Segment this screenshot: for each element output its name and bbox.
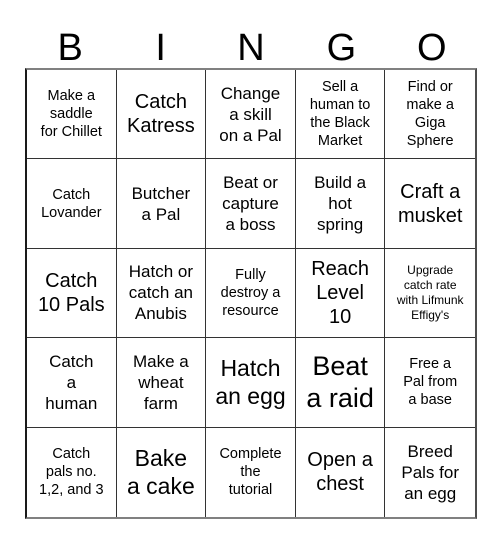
- bingo-cell-label: Catch Katress: [126, 91, 195, 138]
- bingo-cell-label: Make a saddle for Chillet: [40, 88, 102, 141]
- bingo-cell[interactable]: Sell a human to the Black Market: [295, 70, 386, 160]
- bingo-cell-label: Catch pals no. 1,2, and 3: [39, 446, 104, 499]
- bingo-cell[interactable]: Hatch an egg: [206, 338, 296, 428]
- header-letter-b: B: [57, 27, 83, 69]
- bingo-cell[interactable]: Craft a musket: [385, 159, 475, 249]
- bingo-cell-label: Catch a human: [45, 351, 98, 413]
- bingo-cell-label: Catch Lovander: [41, 186, 102, 221]
- bingo-cell-label: Change a skill on a Pal: [219, 83, 282, 145]
- bingo-cell-label: Find or make a Giga Sphere: [406, 79, 454, 150]
- bingo-cell[interactable]: Catch pals no. 1,2, and 3: [27, 427, 117, 517]
- bingo-cell[interactable]: Bake a cake: [116, 427, 207, 517]
- bingo-cell[interactable]: Catch a human: [27, 338, 117, 428]
- bingo-cell-label: Butcher a Pal: [131, 183, 191, 224]
- bingo-cell[interactable]: Make a saddle for Chillet: [27, 70, 117, 160]
- bingo-cell-label: Reach Level 10: [311, 257, 369, 328]
- bingo-cell[interactable]: Breed Pals for an egg: [385, 427, 475, 517]
- bingo-cell[interactable]: Beat or capture a boss: [206, 159, 296, 249]
- bingo-cell[interactable]: Make a wheat farm: [116, 338, 207, 428]
- bingo-cell[interactable]: Free a Pal from a base: [385, 338, 475, 428]
- bingo-cell-label: Upgrade catch rate with Lifmunk Effigy's: [396, 262, 464, 322]
- bingo-cell[interactable]: Catch Katress: [116, 70, 207, 160]
- bingo-header: B I N G O: [25, 14, 477, 68]
- bingo-cell-label: Beat or capture a boss: [222, 173, 279, 235]
- bingo-cell[interactable]: Butcher a Pal: [116, 159, 207, 249]
- bingo-cell[interactable]: Beat a raid: [295, 338, 386, 428]
- bingo-card: B I N G O Make a saddle for Chillet Catch…: [0, 0, 500, 544]
- bingo-cell-label: Hatch or catch an Anubis: [128, 262, 194, 324]
- header-letter-o: O: [417, 27, 447, 69]
- bingo-cell-label: Hatch an egg: [215, 355, 286, 410]
- bingo-cell-label: Open a chest: [307, 449, 373, 496]
- bingo-cell[interactable]: Reach Level 10: [295, 248, 386, 339]
- bingo-cell-label: Build a hot spring: [314, 173, 367, 235]
- bingo-cell-label: Catch 10 Pals: [37, 269, 105, 316]
- bingo-cell[interactable]: Open a chest: [295, 427, 386, 517]
- bingo-cell-label: Sell a human to the Black Market: [309, 79, 371, 150]
- header-letter-n: N: [237, 27, 265, 69]
- bingo-cell-label: Bake a cake: [127, 445, 195, 500]
- bingo-cell[interactable]: Change a skill on a Pal: [206, 70, 296, 160]
- bingo-cell-label: Beat a raid: [306, 351, 374, 414]
- bingo-cell-label: Fully destroy a resource: [220, 266, 281, 319]
- bingo-cell[interactable]: Find or make a Giga Sphere: [385, 70, 475, 160]
- bingo-grid: Make a saddle for Chillet Catch Katress Ch…: [25, 68, 477, 519]
- bingo-cell-label: Complete the tutorial: [219, 446, 282, 499]
- bingo-cell-label: Craft a musket: [397, 180, 463, 227]
- bingo-cell[interactable]: Upgrade catch rate with Lifmunk Effigy's: [385, 248, 475, 339]
- bingo-cell[interactable]: Catch Lovander: [27, 159, 117, 249]
- header-letter-g: G: [326, 27, 357, 69]
- bingo-cell[interactable]: Complete the tutorial: [206, 427, 296, 517]
- bingo-cell[interactable]: Catch 10 Pals: [27, 248, 117, 339]
- header-letter-i: I: [155, 27, 166, 69]
- bingo-cell[interactable]: Fully destroy a resource: [206, 248, 296, 339]
- bingo-cell-label: Make a wheat farm: [133, 351, 189, 413]
- bingo-cell[interactable]: Build a hot spring: [295, 159, 386, 249]
- bingo-cell-label: Free a Pal from a base: [403, 356, 458, 409]
- bingo-cell[interactable]: Hatch or catch an Anubis: [116, 248, 207, 339]
- bingo-cell-label: Breed Pals for an egg: [401, 441, 459, 503]
